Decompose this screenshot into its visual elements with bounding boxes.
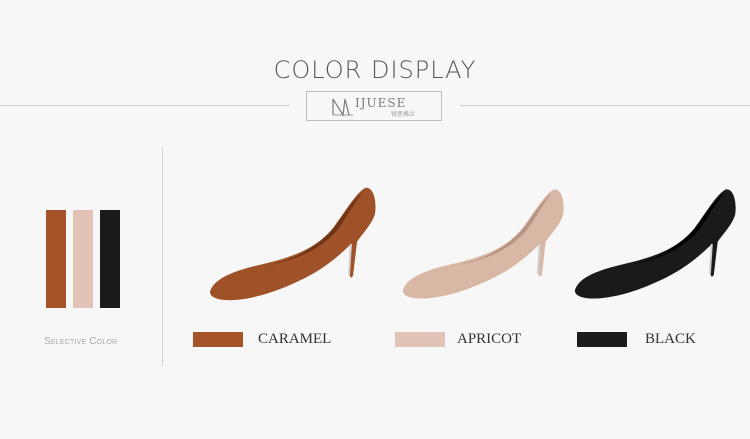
shoe-black-image[interactable] [570,180,740,305]
shoe-caramel-image[interactable] [205,180,380,305]
color-chip-caramel[interactable] [193,332,243,347]
shoe-apricot-image[interactable] [398,180,568,305]
divider-left [0,105,290,106]
vertical-divider [162,147,163,366]
brand-logo-subtext: 锐思格兰 [391,112,416,118]
color-label-caramel[interactable]: CARAMEL [258,331,331,348]
page-title: COLOR DISPLAY [273,56,477,84]
brand-logo-text: IJUESE [355,96,407,110]
swatch-apricot[interactable] [73,210,93,308]
selective-color-label: Selective Color [44,336,118,347]
swatch-caramel[interactable] [46,210,66,308]
color-chip-black[interactable] [577,332,627,347]
brand-logo: IJUESE 锐思格兰 [306,91,442,121]
color-chip-apricot[interactable] [395,332,445,347]
color-label-black[interactable]: BLACK [645,331,696,348]
color-label-apricot[interactable]: APRICOT [457,331,521,348]
swatch-black[interactable] [100,210,120,308]
divider-right [460,105,750,106]
